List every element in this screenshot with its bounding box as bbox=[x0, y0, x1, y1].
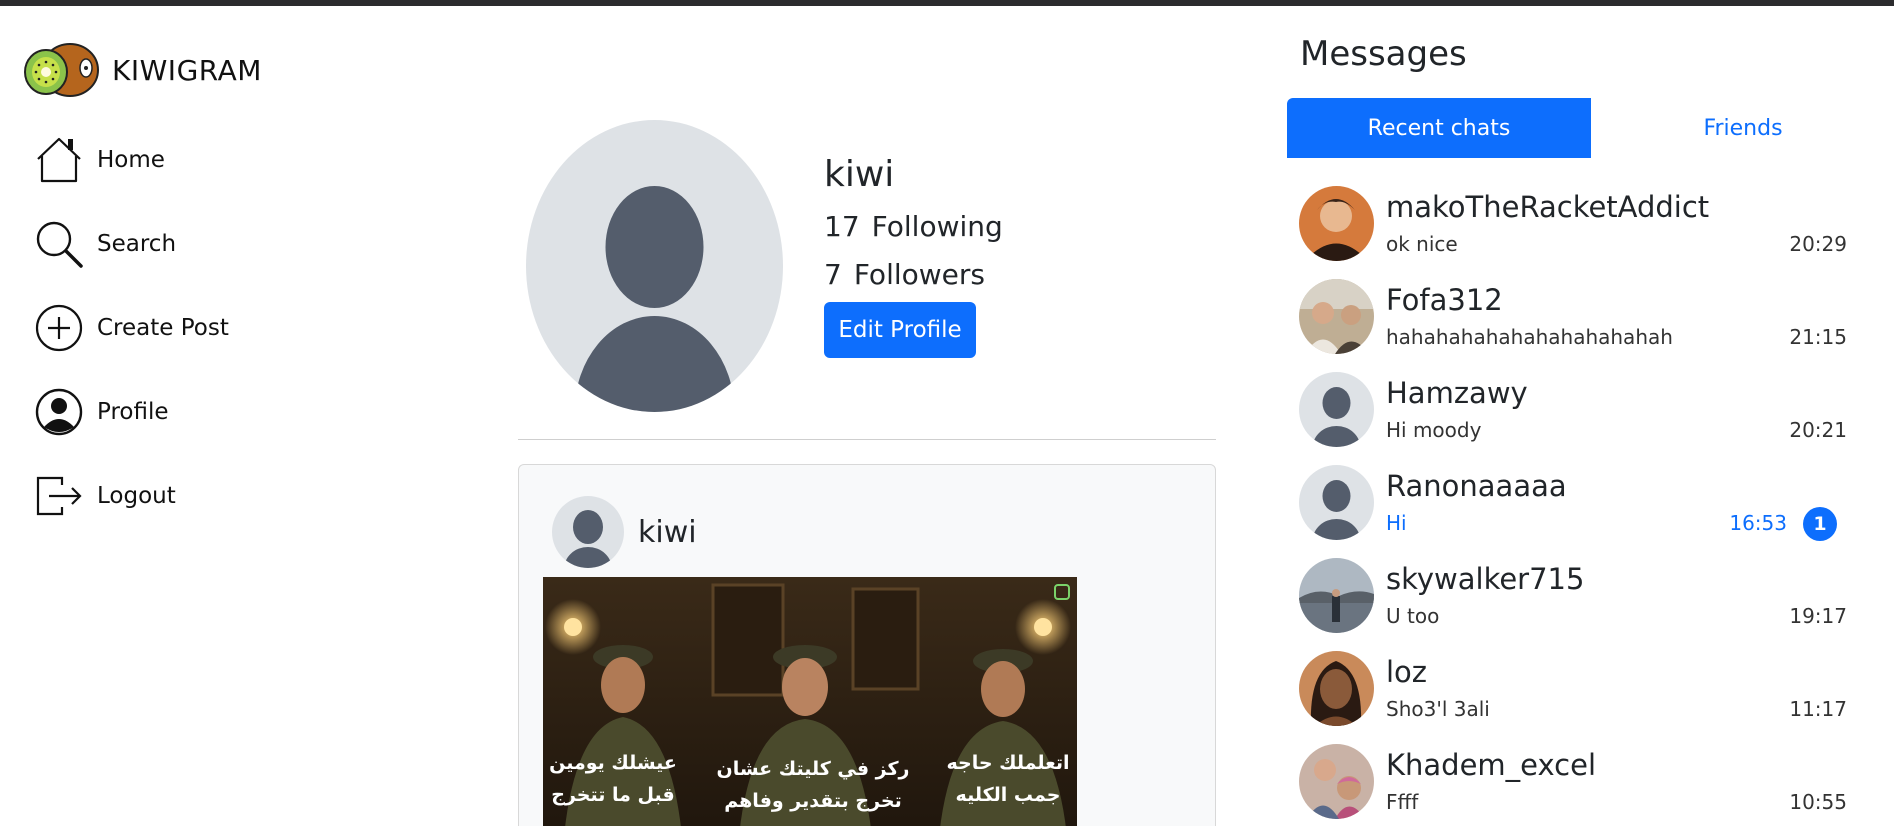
chat-last-message: U too bbox=[1386, 604, 1440, 628]
followers-label: Followers bbox=[853, 258, 985, 291]
chat-item[interactable]: makoTheRacketAddict ok nice 20:29 bbox=[1287, 186, 1847, 266]
followers-count: 7 bbox=[824, 258, 842, 291]
chat-item[interactable]: skywalker715 U too 19:17 bbox=[1287, 558, 1847, 638]
user-circle-icon bbox=[35, 388, 83, 436]
post-caption-right-2: جمب الكليه bbox=[956, 784, 1061, 806]
post-caption-center: ركز في كليتك عشان bbox=[717, 758, 910, 780]
chat-last-message: ok nice bbox=[1386, 232, 1458, 256]
chat-time: 16:53 bbox=[1729, 511, 1787, 535]
following-label: Following bbox=[871, 210, 1003, 243]
sidebar-item-create-post[interactable]: Create Post bbox=[34, 303, 229, 353]
plus-circle-icon bbox=[35, 304, 83, 352]
brand[interactable]: KIWIGRAM bbox=[24, 40, 262, 100]
chat-name: Hamzawy bbox=[1386, 376, 1528, 410]
chat-name: skywalker715 bbox=[1386, 562, 1585, 596]
edit-profile-button[interactable]: Edit Profile bbox=[824, 302, 976, 358]
chat-last-message: Hi moody bbox=[1386, 418, 1482, 442]
chat-last-message: hahahahahahahahahahahah bbox=[1386, 325, 1673, 349]
chat-time: 19:17 bbox=[1789, 604, 1847, 628]
avatar bbox=[1299, 465, 1374, 540]
chat-time: 21:15 bbox=[1789, 325, 1847, 349]
post-caption-left-2: قبل ما تتخرج bbox=[551, 784, 674, 806]
chat-last-message: Hi bbox=[1386, 511, 1407, 535]
avatar bbox=[1299, 558, 1374, 633]
following-count: 17 bbox=[824, 210, 860, 243]
sidebar-item-label: Home bbox=[97, 147, 165, 173]
sidebar-item-label: Create Post bbox=[97, 315, 229, 341]
chat-name: makoTheRacketAddict bbox=[1386, 190, 1710, 224]
divider bbox=[518, 439, 1216, 440]
sidebar-item-label: Profile bbox=[97, 399, 169, 425]
logout-icon bbox=[36, 476, 82, 516]
sidebar-item-label: Logout bbox=[97, 483, 176, 509]
chat-time: 20:29 bbox=[1789, 232, 1847, 256]
chat-name: Ranonaaaaa bbox=[1386, 469, 1567, 503]
brand-name: KIWIGRAM bbox=[112, 53, 262, 87]
chat-time: 20:21 bbox=[1789, 418, 1847, 442]
chat-name: loz bbox=[1386, 655, 1428, 689]
sidebar-item-home[interactable]: Home bbox=[34, 135, 165, 185]
following-stat[interactable]: 17 Following bbox=[824, 210, 1003, 243]
sidebar-item-search[interactable]: Search bbox=[34, 219, 176, 269]
tab-recent-chats[interactable]: Recent chats bbox=[1287, 98, 1591, 158]
search-icon bbox=[36, 221, 83, 268]
post-caption-center-2: تخرج بتقدير وفاهم bbox=[724, 790, 902, 812]
followers-stat[interactable]: 7 Followers bbox=[824, 258, 985, 291]
sidebar-item-profile[interactable]: Profile bbox=[34, 387, 169, 437]
avatar bbox=[1299, 372, 1374, 447]
chat-name: Fofa312 bbox=[1386, 283, 1503, 317]
chat-time: 11:17 bbox=[1789, 697, 1847, 721]
sidebar: KIWIGRAM Home Search Create Post Profile bbox=[0, 6, 360, 826]
avatar bbox=[1299, 186, 1374, 261]
post-avatar[interactable] bbox=[551, 495, 625, 569]
sidebar-item-label: Search bbox=[97, 231, 177, 257]
avatar bbox=[1299, 279, 1374, 354]
sidebar-item-logout[interactable]: Logout bbox=[34, 471, 176, 521]
chat-item[interactable]: Ranonaaaaa Hi 16:53 1 bbox=[1287, 465, 1847, 545]
chat-item[interactable]: Fofa312 hahahahahahahahahahahah 21:15 bbox=[1287, 279, 1847, 359]
chat-item[interactable]: loz Sho3'l 3ali 11:17 bbox=[1287, 651, 1847, 731]
chat-time: 10:55 bbox=[1789, 790, 1847, 814]
chat-last-message: Sho3'l 3ali bbox=[1386, 697, 1490, 721]
messages-tabs: Recent chats Friends bbox=[1287, 98, 1894, 158]
post-image[interactable]: عيشلك يومين قبل ما تتخرج ركز في كليتك عش… bbox=[543, 577, 1077, 826]
home-icon bbox=[37, 137, 81, 183]
messages-title: Messages bbox=[1300, 34, 1467, 74]
profile-avatar bbox=[526, 120, 783, 412]
chat-name: Khadem_excel bbox=[1386, 748, 1596, 782]
avatar bbox=[1299, 651, 1374, 726]
unread-badge: 1 bbox=[1803, 507, 1837, 541]
post-username[interactable]: kiwi bbox=[638, 515, 697, 550]
post-card: kiwi عيشلك يومين قبل ما تتخرج ركز في كلي… bbox=[518, 464, 1216, 826]
avatar bbox=[1299, 744, 1374, 819]
chat-item[interactable]: Hamzawy Hi moody 20:21 bbox=[1287, 372, 1847, 452]
tab-friends[interactable]: Friends bbox=[1591, 98, 1894, 158]
post-caption-left: عيشلك يومين bbox=[549, 752, 677, 774]
chat-item[interactable]: Khadem_excel Ffff 10:55 bbox=[1287, 744, 1847, 824]
profile-username: kiwi bbox=[824, 154, 895, 195]
chat-last-message: Ffff bbox=[1386, 790, 1419, 814]
post-caption-right: اتعلملك حاجه bbox=[947, 752, 1070, 774]
kiwi-logo-icon bbox=[24, 43, 99, 97]
